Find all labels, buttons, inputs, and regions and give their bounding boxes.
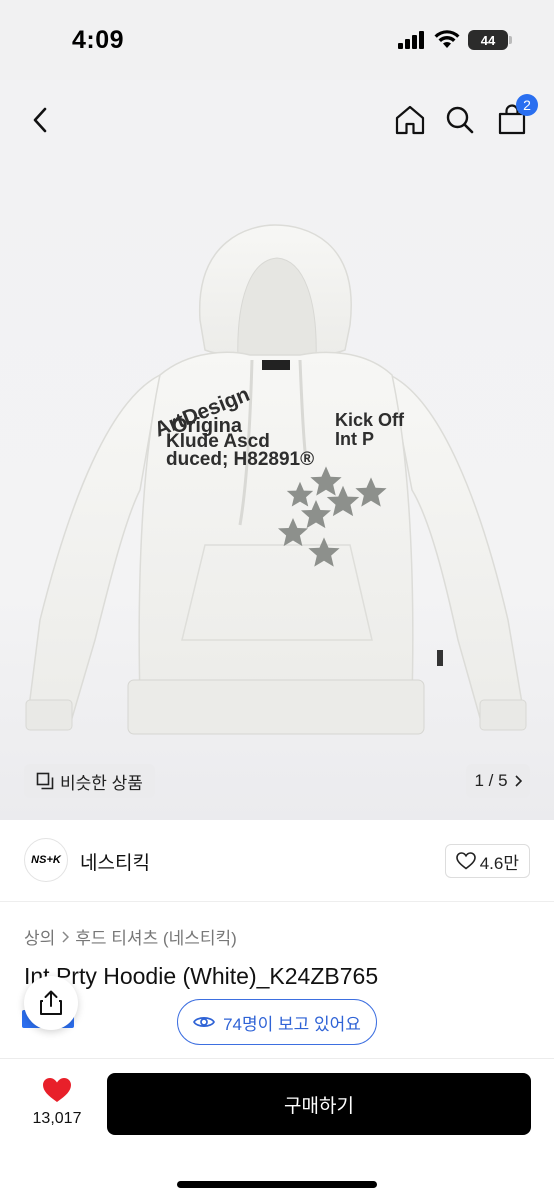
status-time: 4:09: [72, 26, 125, 54]
wifi-icon: [434, 30, 460, 48]
home-indicator[interactable]: [177, 1181, 377, 1188]
back-icon: [33, 107, 47, 133]
print-text-6: Int P: [335, 429, 374, 449]
signal-icon: [398, 31, 424, 49]
similar-products-button[interactable]: 비슷한 상품: [24, 764, 155, 798]
brand-name[interactable]: 네스티킥: [80, 848, 150, 875]
search-icon: [446, 106, 474, 134]
viewers-label: 74명이 보고 있어요: [223, 1014, 361, 1034]
brand-like-count: 4.6만: [479, 853, 519, 873]
product-image: ArtDesign Origina Klude Ascd duced; H828…: [25, 224, 527, 735]
bottom-action-bar: 13,017 구매하기: [0, 1058, 554, 1200]
product-title: Int Prty Hoodie (White)_K24ZB765: [24, 963, 379, 989]
heart-outline-icon: [455, 852, 476, 870]
similar-products-label: 비슷한 상품: [60, 773, 143, 793]
breadcrumb-chevron-icon: [62, 930, 70, 943]
home-icon: [395, 105, 425, 135]
share-button[interactable]: [24, 976, 78, 1030]
viewers-indicator: 74명이 보고 있어요: [177, 999, 377, 1045]
search-button[interactable]: [442, 100, 478, 140]
home-button[interactable]: [392, 100, 428, 140]
share-icon: [40, 990, 62, 1015]
print-text-5: Kick Off: [335, 410, 405, 430]
buy-button[interactable]: 구매하기: [107, 1073, 531, 1135]
cart-count-badge: 2: [516, 94, 538, 116]
product-like-count: 13,017: [32, 1110, 82, 1127]
eye-icon: [193, 1017, 216, 1027]
brand-logo[interactable]: NS+K: [24, 838, 68, 882]
breadcrumb-level2[interactable]: 후드 티셔츠 (네스티킥): [75, 924, 237, 949]
gallery-page-indicator[interactable]: 1 / 5: [466, 764, 530, 798]
breadcrumb-level1[interactable]: 상의: [24, 924, 55, 949]
brand-row[interactable]: NS+K 네스티킥 4.6만: [0, 820, 554, 902]
print-text-4: duced; H82891®: [166, 449, 314, 470]
chevron-right-icon: [514, 775, 522, 787]
cart-button[interactable]: 2: [494, 94, 538, 140]
battery-indicator: 44: [468, 30, 512, 50]
brand-like-button[interactable]: 4.6만: [444, 844, 530, 878]
back-button[interactable]: [22, 100, 58, 140]
page-indicator-text: 1 / 5: [474, 771, 508, 790]
product-like-button[interactable]: 13,017: [24, 1077, 90, 1128]
status-bar: 4:09 44: [0, 0, 554, 80]
heart-icon: [43, 1078, 71, 1102]
breadcrumb: 상의 후드 티셔츠 (네스티킥): [24, 924, 237, 949]
status-icons: 44: [398, 30, 512, 50]
similar-products-icon: [36, 772, 54, 790]
